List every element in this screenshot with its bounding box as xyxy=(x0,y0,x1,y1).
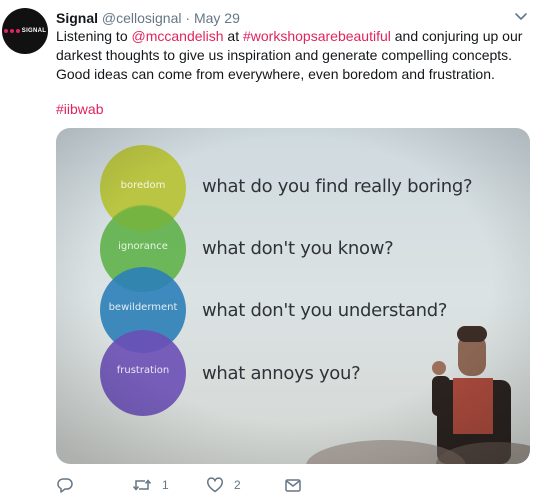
tweet-text-part: Listening to xyxy=(56,28,132,44)
tweet-actions: 1 2 xyxy=(56,476,526,496)
tweet-header: Signal @cellosignal · May 29 xyxy=(56,9,240,27)
retweet-button[interactable]: 1 xyxy=(132,476,169,494)
display-name[interactable]: Signal xyxy=(56,10,98,26)
tweet-photo[interactable]: boredom ignorance bewilderment frustrati… xyxy=(56,128,530,464)
user-handle[interactable]: @cellosignal xyxy=(102,10,182,26)
reply-icon xyxy=(57,478,73,493)
slide-question-1: what do you find really boring? xyxy=(202,176,473,197)
retweet-icon xyxy=(132,479,152,491)
hashtag-link[interactable]: #workshopsarebeautiful xyxy=(243,28,391,44)
circle-label-bewilderment: bewilderment xyxy=(108,302,178,313)
tweet-text: Listening to @mccandelish at #workshopsa… xyxy=(56,27,526,84)
reply-button[interactable] xyxy=(56,476,84,494)
heart-icon xyxy=(207,477,223,493)
slide-question-4: what annoys you? xyxy=(202,363,361,384)
avatar[interactable]: SIGNAL xyxy=(2,8,48,54)
like-count: 2 xyxy=(234,478,241,492)
logo-dots xyxy=(3,29,20,33)
tweet: SIGNAL Signal @cellosignal · May 29 List… xyxy=(0,0,540,500)
mention-link[interactable]: @mccandelish xyxy=(132,28,224,44)
direct-message-button[interactable] xyxy=(284,476,302,494)
header-separator: · xyxy=(185,10,191,26)
tweet-text-part: at xyxy=(223,28,243,44)
retweet-count: 1 xyxy=(162,478,169,492)
hashtag-iibwab[interactable]: #iibwab xyxy=(56,100,103,119)
tweet-date[interactable]: May 29 xyxy=(194,10,240,26)
slide-question-3: what don't you understand? xyxy=(202,300,448,321)
avatar-brand-text: SIGNAL xyxy=(21,28,47,34)
chevron-down-icon[interactable] xyxy=(513,10,529,24)
circle-label-boredom: boredom xyxy=(120,180,166,191)
circle-label-frustration: frustration xyxy=(116,365,170,376)
slide-question-2: what don't you know? xyxy=(202,238,394,259)
envelope-icon xyxy=(285,479,301,492)
circle-label-ignorance: ignorance xyxy=(118,241,168,252)
like-button[interactable]: 2 xyxy=(206,476,241,494)
